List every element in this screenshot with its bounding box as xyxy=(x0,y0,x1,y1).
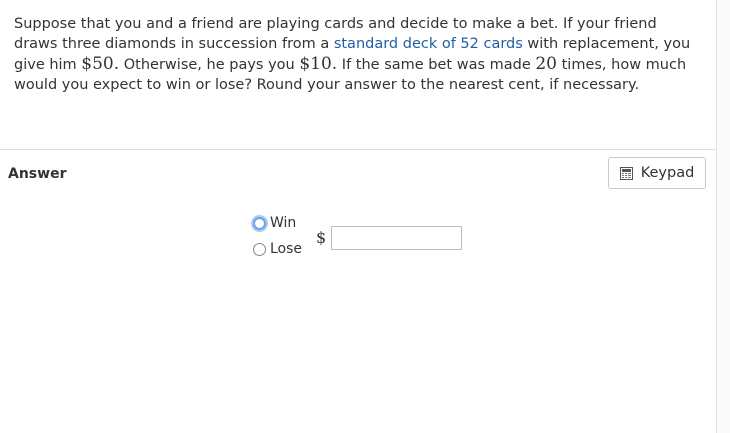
win-amount: $50. xyxy=(81,54,120,74)
times-count: 20 xyxy=(535,54,557,74)
lose-label[interactable]: Lose xyxy=(270,241,302,257)
keypad-icon xyxy=(619,166,633,180)
question-text: Suppose that you and a friend are playin… xyxy=(14,14,704,95)
lose-amount: $10. xyxy=(299,54,338,74)
win-label[interactable]: Win xyxy=(270,215,296,231)
lose-radio[interactable] xyxy=(253,242,266,256)
section-divider xyxy=(0,149,716,150)
standard-deck-link[interactable]: standard deck of 52 cards xyxy=(334,36,523,52)
win-option[interactable]: Win xyxy=(253,215,296,231)
currency-symbol: $ xyxy=(316,228,327,247)
question-part-4: If the same bet was made xyxy=(337,57,536,73)
lose-option[interactable]: Lose xyxy=(253,241,302,257)
scrollbar[interactable] xyxy=(716,0,730,433)
win-radio[interactable] xyxy=(253,216,266,230)
keypad-button[interactable]: Keypad xyxy=(608,157,706,189)
answer-label: Answer xyxy=(8,166,67,182)
keypad-label: Keypad xyxy=(640,165,695,181)
question-page: Suppose that you and a friend are playin… xyxy=(0,0,730,433)
question-part-3: Otherwise, he pays you xyxy=(119,57,300,73)
amount-input[interactable] xyxy=(331,226,462,250)
